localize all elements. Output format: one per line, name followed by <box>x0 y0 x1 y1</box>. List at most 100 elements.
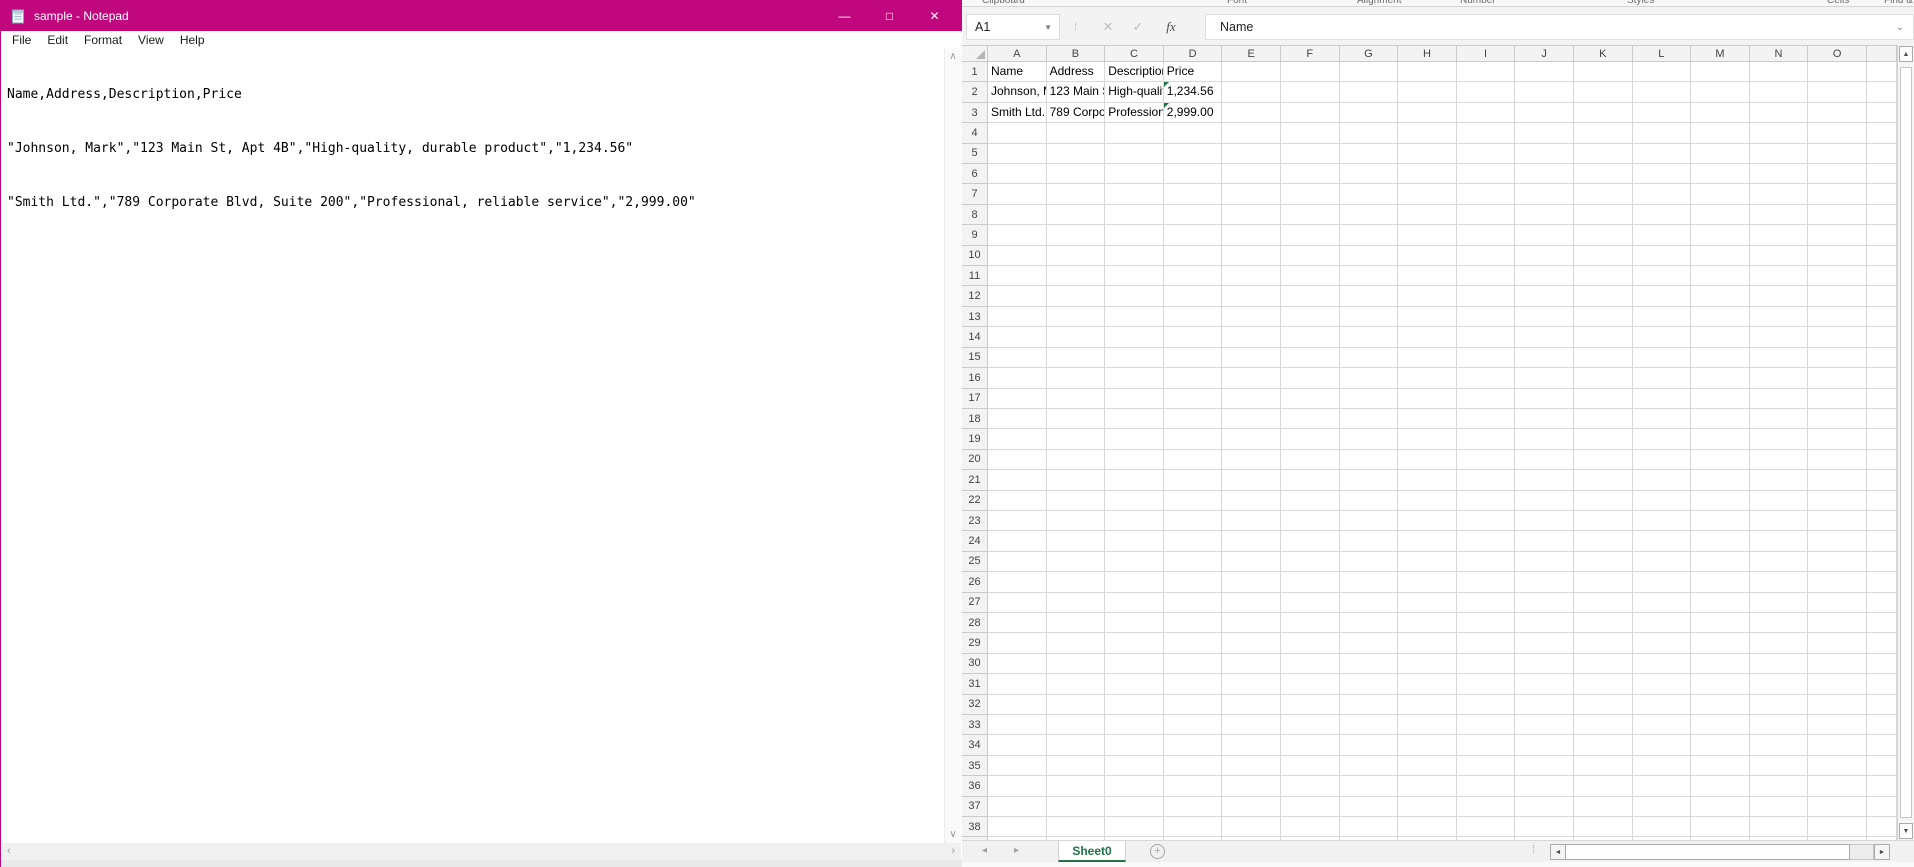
cell-D25[interactable] <box>1164 552 1223 572</box>
cell-M15[interactable] <box>1691 348 1750 368</box>
cell-E23[interactable] <box>1222 511 1281 531</box>
cell-A2[interactable]: Johnson, Mark <box>988 82 1047 102</box>
cell-O8[interactable] <box>1808 205 1867 225</box>
menu-format[interactable]: Format <box>76 33 130 47</box>
cell-O15[interactable] <box>1808 348 1867 368</box>
cell-M21[interactable] <box>1691 470 1750 490</box>
cell-I15[interactable] <box>1457 348 1516 368</box>
cell-K7[interactable] <box>1574 184 1633 204</box>
cell-K36[interactable] <box>1574 776 1633 796</box>
row-header-7[interactable]: 7 <box>962 184 988 204</box>
column-header-A[interactable]: A <box>988 46 1047 62</box>
sheet-tab-sheet0[interactable]: Sheet0 <box>1058 841 1126 862</box>
cell-F26[interactable] <box>1281 572 1340 592</box>
cell-G7[interactable] <box>1340 184 1399 204</box>
cell-M18[interactable] <box>1691 409 1750 429</box>
cell-B36[interactable] <box>1047 776 1106 796</box>
cell-L3[interactable] <box>1633 103 1692 123</box>
cell-B19[interactable] <box>1047 429 1106 449</box>
cell-N32[interactable] <box>1750 695 1809 715</box>
cell-C13[interactable] <box>1105 307 1164 327</box>
cell-N1[interactable] <box>1750 62 1809 82</box>
cell-O34[interactable] <box>1808 735 1867 755</box>
cell-G34[interactable] <box>1340 735 1399 755</box>
cell-H25[interactable] <box>1398 552 1457 572</box>
cell-D20[interactable] <box>1164 450 1223 470</box>
cell-M12[interactable] <box>1691 286 1750 306</box>
cell-partial-33[interactable] <box>1867 715 1897 735</box>
cell-K14[interactable] <box>1574 327 1633 347</box>
cell-F24[interactable] <box>1281 531 1340 551</box>
cell-K22[interactable] <box>1574 491 1633 511</box>
cell-partial-16[interactable] <box>1867 368 1897 388</box>
cell-H22[interactable] <box>1398 491 1457 511</box>
cell-L38[interactable] <box>1633 817 1692 837</box>
cell-D7[interactable] <box>1164 184 1223 204</box>
cell-M26[interactable] <box>1691 572 1750 592</box>
cell-I26[interactable] <box>1457 572 1516 592</box>
cell-G38[interactable] <box>1340 817 1399 837</box>
cell-B7[interactable] <box>1047 184 1106 204</box>
cell-O38[interactable] <box>1808 817 1867 837</box>
cell-C27[interactable] <box>1105 593 1164 613</box>
cell-O35[interactable] <box>1808 756 1867 776</box>
cell-partial-21[interactable] <box>1867 470 1897 490</box>
cell-O10[interactable] <box>1808 246 1867 266</box>
cell-A5[interactable] <box>988 144 1047 164</box>
cell-A36[interactable] <box>988 776 1047 796</box>
row-header-4[interactable]: 4 <box>962 123 988 143</box>
column-header-H[interactable]: H <box>1398 46 1457 62</box>
cell-J7[interactable] <box>1515 184 1574 204</box>
cell-L5[interactable] <box>1633 144 1692 164</box>
row-header-9[interactable]: 9 <box>962 225 988 245</box>
cell-L36[interactable] <box>1633 776 1692 796</box>
row-header-35[interactable]: 35 <box>962 756 988 776</box>
column-header-C[interactable]: C <box>1105 46 1164 62</box>
cell-J11[interactable] <box>1515 266 1574 286</box>
cell-M33[interactable] <box>1691 715 1750 735</box>
cell-A25[interactable] <box>988 552 1047 572</box>
cell-G11[interactable] <box>1340 266 1399 286</box>
cell-J34[interactable] <box>1515 735 1574 755</box>
cell-G1[interactable] <box>1340 62 1399 82</box>
cell-N5[interactable] <box>1750 144 1809 164</box>
cell-D8[interactable] <box>1164 205 1223 225</box>
cell-F22[interactable] <box>1281 491 1340 511</box>
row-header-11[interactable]: 11 <box>962 266 988 286</box>
cell-J36[interactable] <box>1515 776 1574 796</box>
cell-C18[interactable] <box>1105 409 1164 429</box>
cell-B4[interactable] <box>1047 123 1106 143</box>
cell-O37[interactable] <box>1808 797 1867 817</box>
cell-C12[interactable] <box>1105 286 1164 306</box>
cell-M14[interactable] <box>1691 327 1750 347</box>
cell-M5[interactable] <box>1691 144 1750 164</box>
cell-E18[interactable] <box>1222 409 1281 429</box>
cell-H28[interactable] <box>1398 613 1457 633</box>
cell-I3[interactable] <box>1457 103 1516 123</box>
cell-D38[interactable] <box>1164 817 1223 837</box>
cell-G16[interactable] <box>1340 368 1399 388</box>
cell-I23[interactable] <box>1457 511 1516 531</box>
cell-F27[interactable] <box>1281 593 1340 613</box>
cell-I37[interactable] <box>1457 797 1516 817</box>
cell-E35[interactable] <box>1222 756 1281 776</box>
cell-F30[interactable] <box>1281 654 1340 674</box>
cell-D13[interactable] <box>1164 307 1223 327</box>
cell-J20[interactable] <box>1515 450 1574 470</box>
cell-M7[interactable] <box>1691 184 1750 204</box>
cell-L31[interactable] <box>1633 674 1692 694</box>
cell-A27[interactable] <box>988 593 1047 613</box>
cell-I13[interactable] <box>1457 307 1516 327</box>
cell-K17[interactable] <box>1574 389 1633 409</box>
cell-G20[interactable] <box>1340 450 1399 470</box>
cell-A15[interactable] <box>988 348 1047 368</box>
previous-sheet-icon[interactable]: ◂ <box>982 845 987 856</box>
cell-J37[interactable] <box>1515 797 1574 817</box>
cell-G31[interactable] <box>1340 674 1399 694</box>
cell-A17[interactable] <box>988 389 1047 409</box>
cell-E10[interactable] <box>1222 246 1281 266</box>
cell-D34[interactable] <box>1164 735 1223 755</box>
cell-B8[interactable] <box>1047 205 1106 225</box>
cell-L34[interactable] <box>1633 735 1692 755</box>
cell-F7[interactable] <box>1281 184 1340 204</box>
